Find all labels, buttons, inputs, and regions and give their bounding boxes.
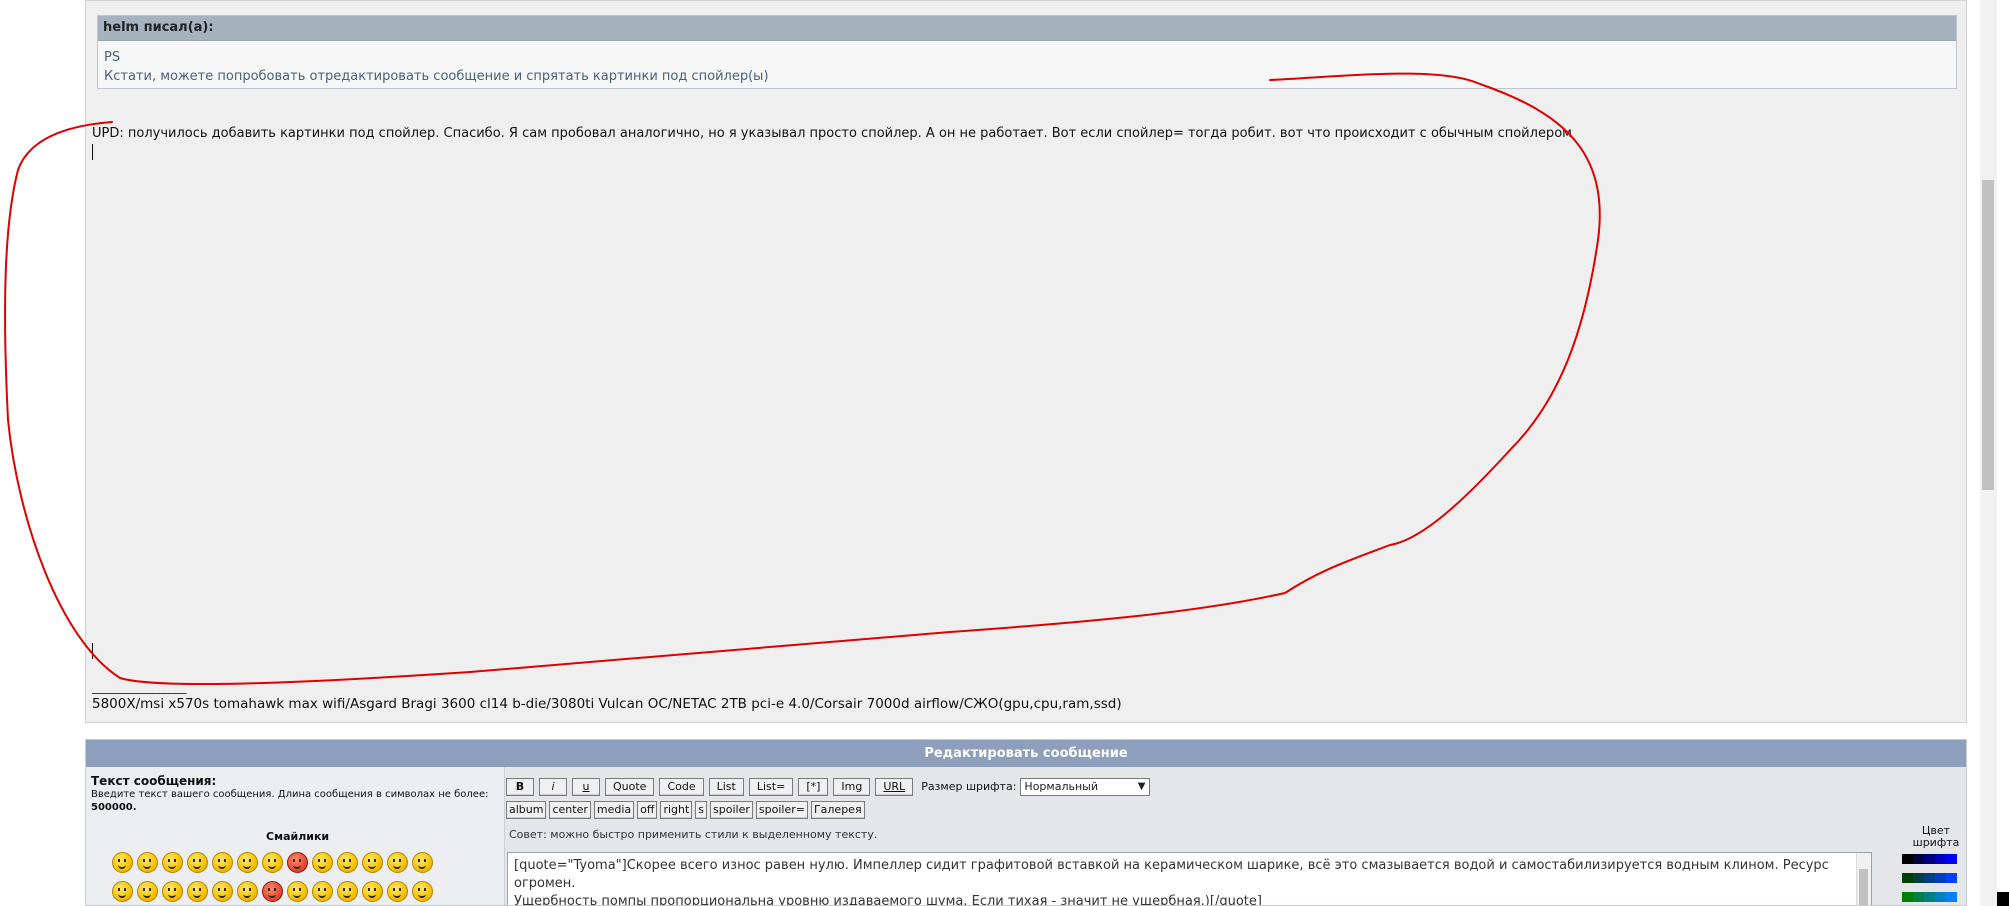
color-swatch[interactable]: [1913, 854, 1924, 864]
font-color-palette: [1902, 850, 1962, 905]
media-button[interactable]: media: [593, 800, 635, 819]
quote-line: Кстати, можете попробовать отредактирова…: [104, 69, 769, 84]
quote-line: PS: [104, 50, 121, 65]
smiley-icon[interactable]: [412, 852, 433, 873]
smilies-panel: [110, 852, 490, 905]
textarea-scrollbar[interactable]: [1856, 853, 1871, 905]
smiley-icon[interactable]: [187, 881, 208, 902]
font-size-value: Нормальный: [1024, 779, 1098, 793]
ordered-list-button[interactable]: List=: [748, 777, 794, 796]
smiley-icon[interactable]: [387, 881, 408, 902]
smiley-icon[interactable]: [212, 881, 233, 902]
chevron-down-icon: ▼: [1137, 780, 1146, 792]
color-swatch[interactable]: [1935, 873, 1946, 883]
center-button[interactable]: center: [549, 800, 591, 819]
cursor-icon: [1997, 892, 2009, 906]
message-textarea[interactable]: [quote="Tyoma"]Скорее всего износ равен …: [507, 852, 1872, 906]
page-scrollbar-thumb[interactable]: [1982, 180, 1994, 490]
spoiler-button[interactable]: spoiler: [710, 800, 753, 819]
color-swatch[interactable]: [1913, 892, 1924, 902]
smiley-icon[interactable]: [362, 852, 383, 873]
smiley-icon[interactable]: [137, 881, 158, 902]
edit-message-panel: Редактировать сообщение Текст сообщения:…: [85, 739, 1967, 906]
post-upd-text: UPD: получилось добавить картинки под сп…: [92, 126, 1572, 141]
smiley-icon[interactable]: [137, 852, 158, 873]
smiley-icon[interactable]: [337, 881, 358, 902]
signature-text: 5800X/msi x570s tomahawk max wifi/Asgard…: [92, 696, 1122, 712]
font-color-title: Цвет шрифта: [1912, 824, 1960, 849]
color-swatch[interactable]: [1902, 892, 1913, 902]
smiley-icon[interactable]: [112, 881, 133, 902]
bold-button[interactable]: B: [506, 777, 534, 796]
color-swatch[interactable]: [1902, 873, 1913, 883]
img-button[interactable]: Img: [833, 777, 871, 796]
color-swatch[interactable]: [1946, 873, 1957, 883]
font-size-select[interactable]: Нормальный ▼: [1020, 777, 1151, 796]
gallery-button[interactable]: Галерея: [810, 800, 865, 819]
bbcode-toolbar-row1: Bi u Quote Code List List= [*] Img URL Размер шри…: [506, 776, 1151, 796]
quote-button[interactable]: Quote: [605, 777, 655, 796]
url-button[interactable]: URL: [875, 777, 914, 796]
textarea-scrollbar-thumb[interactable]: [1859, 869, 1868, 905]
color-swatch[interactable]: [1902, 854, 1913, 864]
smiley-icon[interactable]: [162, 881, 183, 902]
message-textarea-value: [quote="Tyoma"]Скорее всего износ равен …: [514, 858, 1829, 906]
max-length-value: 500000.: [91, 802, 137, 813]
album-button[interactable]: album: [506, 800, 547, 819]
font-size-label: Размер шрифта:: [921, 780, 1017, 793]
code-button[interactable]: Code: [659, 777, 704, 796]
smiley-icon[interactable]: [262, 852, 283, 873]
underline-button[interactable]: u: [572, 777, 600, 796]
color-swatch[interactable]: [1913, 873, 1924, 883]
post-panel: [85, 0, 1967, 723]
quote-author-header: helm писал(а):: [98, 16, 1956, 41]
edit-panel-header: Редактировать сообщение: [86, 740, 1966, 767]
formatting-tip: Совет: можно быстро применить стили к вы…: [509, 828, 878, 841]
bbcode-toolbar-row2: album center media off right s spoiler spoiler=…: [506, 799, 868, 819]
off-button[interactable]: off: [637, 800, 658, 819]
message-length-hint: Введите текст вашего сообщения. Длина со…: [91, 789, 489, 800]
color-swatch[interactable]: [1924, 873, 1935, 883]
smiley-icon[interactable]: [337, 852, 358, 873]
smiley-icon[interactable]: [262, 881, 283, 902]
right-button[interactable]: right: [660, 800, 693, 819]
smiley-icon[interactable]: [237, 881, 258, 902]
color-swatch[interactable]: [1924, 892, 1935, 902]
text-caret: [92, 643, 93, 659]
message-label-title: Текст сообщения:: [91, 774, 217, 788]
smiley-icon[interactable]: [287, 881, 308, 902]
signature-separator: _________________: [92, 680, 186, 695]
color-swatch[interactable]: [1935, 854, 1946, 864]
smiley-icon[interactable]: [112, 852, 133, 873]
color-swatch[interactable]: [1946, 854, 1957, 864]
smiley-icon[interactable]: [287, 852, 308, 873]
color-swatch[interactable]: [1935, 892, 1946, 902]
smiley-icon[interactable]: [362, 881, 383, 902]
smiley-icon[interactable]: [312, 852, 333, 873]
page-scrollbar[interactable]: [1980, 0, 1997, 906]
text-caret: [92, 144, 93, 160]
list-button[interactable]: List: [708, 777, 744, 796]
strike-button[interactable]: s: [695, 800, 708, 819]
smiley-icon[interactable]: [237, 852, 258, 873]
smiley-icon[interactable]: [312, 881, 333, 902]
color-swatch[interactable]: [1946, 892, 1957, 902]
smiley-icon[interactable]: [187, 852, 208, 873]
list-item-button[interactable]: [*]: [798, 777, 829, 796]
smiley-icon[interactable]: [387, 852, 408, 873]
message-label-hint: Введите текст вашего сообщения. Длина со…: [91, 788, 496, 814]
quote-block: helm писал(а): PS Кстати, можете попробо…: [97, 15, 1957, 89]
color-swatch[interactable]: [1924, 854, 1935, 864]
italic-button[interactable]: i: [539, 777, 567, 796]
smiley-icon[interactable]: [212, 852, 233, 873]
spoiler-eq-button[interactable]: spoiler=: [755, 800, 808, 819]
smiley-icon[interactable]: [162, 852, 183, 873]
smilies-title: Смайлики: [266, 830, 330, 843]
smiley-icon[interactable]: [412, 881, 433, 902]
